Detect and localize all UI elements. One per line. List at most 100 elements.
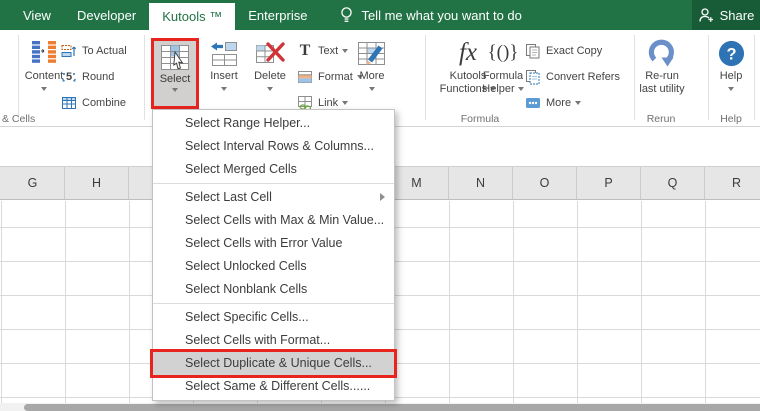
column-header-h[interactable]: H (65, 167, 129, 199)
column-header-r[interactable]: R (705, 167, 760, 199)
rerun-last-utility-button[interactable]: Re-run last utility (630, 36, 694, 96)
more-button[interactable]: More (350, 36, 394, 91)
tell-me-box[interactable]: Tell me what you want to do (340, 0, 522, 30)
column-header-n[interactable]: N (449, 167, 513, 199)
combine-button[interactable]: Combine (60, 90, 127, 116)
share-button[interactable]: Share (692, 0, 760, 30)
excel-kutools-window: View Developer Kutools ™ Enterprise Tell… (0, 0, 760, 411)
content-label: Content (24, 70, 64, 82)
lightbulb-icon (341, 6, 353, 22)
exact-copy-button[interactable]: Exact Copy (524, 38, 620, 64)
round-button[interactable]: 5 Round (60, 64, 127, 90)
insert-button[interactable]: Insert (202, 36, 246, 91)
select-label: Select (159, 73, 191, 85)
group-label-rerun: Rerun (646, 113, 676, 125)
chevron-down-icon (517, 87, 524, 92)
kutools-functions-label-line1: Kutools (449, 70, 487, 82)
help-icon: ? (718, 40, 744, 66)
chevron-down-icon (369, 87, 375, 91)
more-formula-button[interactable]: More (524, 90, 620, 116)
format-label: Format (318, 71, 353, 83)
column-header-g[interactable]: G (1, 167, 65, 199)
menu-separator (153, 303, 394, 304)
kutools-functions-label-line2: Functions (439, 83, 488, 95)
menu-item-select-cells-max-min-value[interactable]: Select Cells with Max & Min Value... (153, 209, 394, 232)
rerun-arrow-icon (648, 39, 674, 67)
group-label-cells: & Cells (2, 113, 36, 125)
share-label: Share (719, 7, 755, 23)
tab-view[interactable]: View (10, 0, 64, 30)
exact-copy-icon (526, 44, 540, 59)
more-grid-pencil-icon (358, 41, 385, 65)
formula-helper-label-line1: Formula (482, 70, 524, 82)
chevron-down-icon (41, 87, 47, 91)
text-label: Text (318, 45, 339, 57)
group-separator (18, 35, 19, 120)
menu-item-select-specific-cells[interactable]: Select Specific Cells... (153, 306, 394, 329)
chevron-down-icon (342, 49, 349, 53)
insert-icon (210, 41, 237, 66)
combine-label: Combine (82, 97, 127, 109)
combine-icon (62, 97, 76, 109)
menu-item-select-cells-error-value[interactable]: Select Cells with Error Value (153, 232, 394, 255)
share-person-icon (698, 7, 713, 22)
convert-refers-label: Convert Refers (546, 71, 620, 83)
submenu-arrow-icon (380, 193, 385, 201)
menu-item-select-same-different-cells[interactable]: Select Same & Different Cells...... (153, 375, 394, 398)
chevron-down-icon (728, 87, 734, 91)
tab-kutools[interactable]: Kutools ™ (149, 3, 236, 30)
delete-button[interactable]: Delete (247, 36, 293, 91)
tell-me-label: Tell me what you want to do (361, 7, 522, 23)
round-icon: 5 (62, 71, 76, 83)
column-header-q[interactable]: Q (641, 167, 705, 199)
group-separator (144, 35, 145, 120)
help-label: Help (719, 70, 743, 82)
group-label-help: Help (720, 113, 742, 125)
column-header-o[interactable]: O (513, 167, 577, 199)
menu-item-select-last-cell[interactable]: Select Last Cell (153, 186, 394, 209)
more-label: More (359, 70, 385, 82)
convert-refers-button[interactable]: Convert Refers (524, 64, 620, 90)
select-icon (160, 44, 189, 70)
help-button[interactable]: ? Help (710, 36, 752, 91)
menu-item-label: Select Last Cell (185, 190, 272, 204)
select-dropdown-menu: Select Range Helper... Select Interval R… (150, 109, 397, 401)
convert-refers-icon (526, 70, 540, 85)
rerun-label-line2: last utility (639, 83, 685, 95)
to-actual-icon (61, 45, 77, 57)
select-button[interactable]: Select (151, 38, 199, 109)
format-icon (298, 71, 312, 83)
svg-text:5: 5 (66, 71, 72, 83)
menu-item-select-duplicate-unique-cells[interactable]: Select Duplicate & Unique Cells... (150, 349, 397, 378)
cells-small-buttons: To Actual 5 Round Combine (60, 38, 127, 116)
link-label: Link (318, 97, 339, 109)
tab-developer[interactable]: Developer (64, 0, 149, 30)
chevron-down-icon (267, 87, 273, 91)
ribbon-tab-bar: View Developer Kutools ™ Enterprise Tell… (0, 0, 760, 30)
column-header-p[interactable]: P (577, 167, 641, 199)
to-actual-button[interactable]: To Actual (60, 38, 127, 64)
delete-label: Delete (254, 70, 286, 82)
menu-item-select-merged-cells[interactable]: Select Merged Cells (153, 158, 394, 181)
text-icon: T (299, 42, 311, 59)
formula-helper-icon: {()} (487, 42, 519, 63)
menu-item-select-unlocked-cells[interactable]: Select Unlocked Cells (153, 255, 394, 278)
menu-separator (153, 183, 394, 184)
menu-item-select-range-helper[interactable]: Select Range Helper... (153, 112, 394, 135)
chevron-down-icon (172, 88, 178, 92)
more-dots-icon (526, 98, 540, 108)
insert-label: Insert (210, 70, 238, 82)
chevron-down-icon (575, 101, 582, 105)
delete-icon (256, 41, 285, 63)
group-label-formula: Formula (460, 113, 500, 125)
tab-enterprise[interactable]: Enterprise (235, 0, 320, 30)
more-formula-label: More (546, 97, 572, 109)
horizontal-scrollbar-thumb[interactable] (24, 404, 760, 411)
formula-helper-button[interactable]: {()} Formula Helper (482, 36, 524, 96)
round-label: Round (82, 71, 115, 83)
menu-item-select-nonblank-cells[interactable]: Select Nonblank Cells (153, 278, 394, 301)
formula-small-buttons: Exact Copy Convert Refers More (524, 38, 620, 116)
menu-item-select-interval-rows-columns[interactable]: Select Interval Rows & Columns... (153, 135, 394, 158)
menu-item-select-cells-with-format[interactable]: Select Cells with Format... (153, 329, 394, 352)
svg-text:?: ? (726, 45, 736, 63)
